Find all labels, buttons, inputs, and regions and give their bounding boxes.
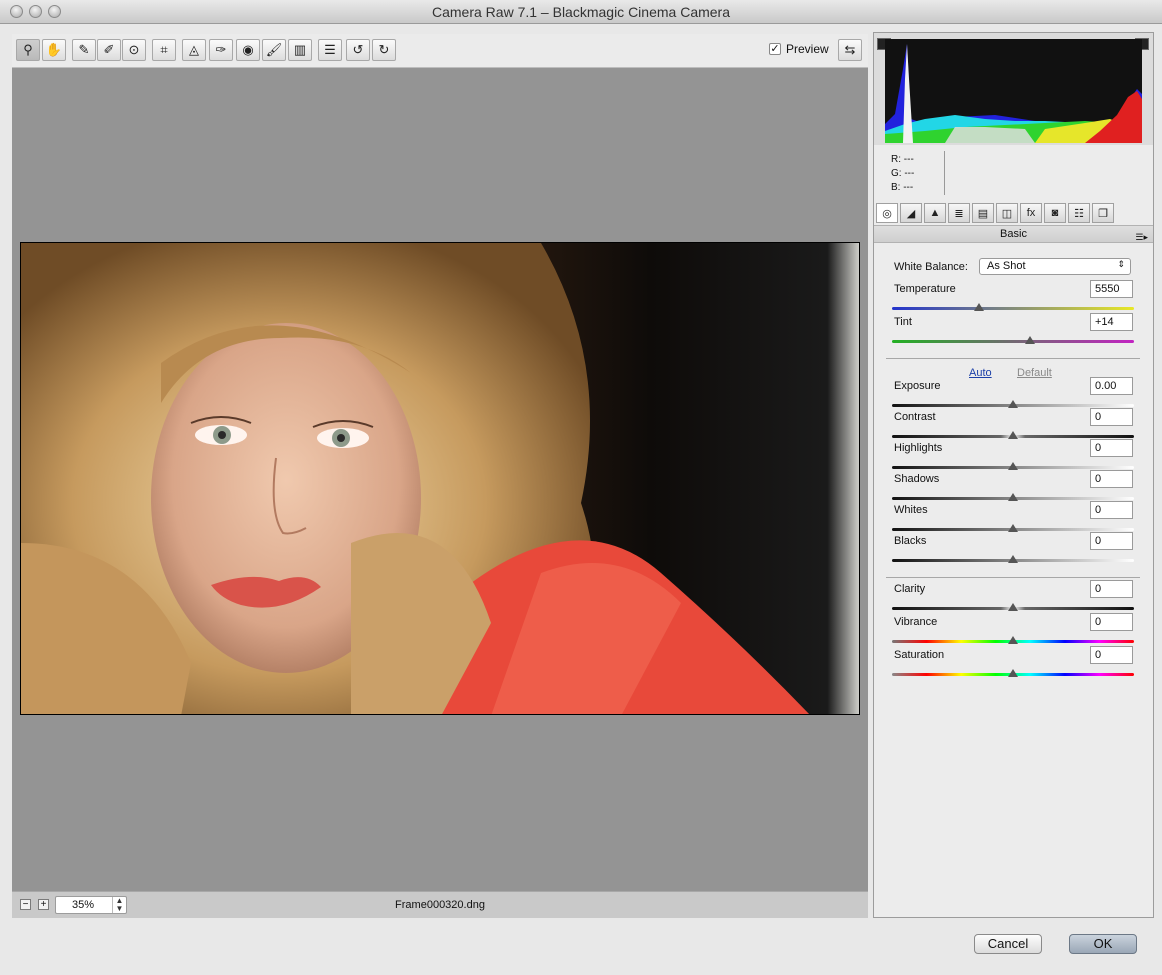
shadows-value-input[interactable]: 0	[1090, 470, 1133, 488]
adjustment-panel: R: --- G: --- B: --- ◎ ◢ ▲ ≣ ▤ ◫ fx ◙ ☷ ❐ Basic ☰…	[873, 32, 1154, 918]
title-bar: Camera Raw 7.1 – Blackmagic Cinema Camer…	[0, 0, 1162, 24]
zoom-tool-icon[interactable]: ⚲	[16, 39, 40, 61]
rotate-right-icon[interactable]: ↻	[372, 39, 396, 61]
b-readout: B: ---	[891, 182, 914, 193]
g-readout: G: ---	[891, 168, 915, 179]
rotate-left-icon[interactable]: ↺	[346, 39, 370, 61]
exposure-slider-thumb[interactable]	[1008, 400, 1018, 408]
shadows-label: Shadows	[894, 473, 940, 485]
rgb-readout: R: --- G: --- B: ---	[891, 153, 914, 195]
hand-tool-icon[interactable]: ✋	[42, 39, 66, 61]
image-canvas[interactable]	[12, 68, 868, 891]
chevron-up-down-icon: ⇕	[1117, 259, 1125, 269]
histogram	[874, 33, 1153, 145]
saturation-slider-thumb[interactable]	[1008, 669, 1018, 677]
section-menu-icon[interactable]: ☰▸	[1135, 229, 1148, 245]
contrast-slider-thumb[interactable]	[1008, 431, 1018, 439]
readout-divider	[944, 151, 945, 195]
clarity-slider-thumb[interactable]	[1008, 603, 1018, 611]
preview-toggle[interactable]: ✓ Preview	[769, 42, 829, 56]
basic-tab-icon[interactable]: ◎	[876, 203, 898, 223]
auto-link[interactable]: Auto	[969, 367, 992, 379]
crop-tool-icon[interactable]: ⌗	[152, 39, 176, 61]
panel-tabs: ◎ ◢ ▲ ≣ ▤ ◫ fx ◙ ☷ ❐	[874, 201, 1153, 225]
vibrance-slider-thumb[interactable]	[1008, 636, 1018, 644]
r-readout: R: ---	[891, 154, 914, 165]
blacks-slider-thumb[interactable]	[1008, 555, 1018, 563]
tint-slider[interactable]	[892, 340, 1134, 343]
white-balance-value: As Shot	[987, 260, 1026, 272]
contrast-value-input[interactable]: 0	[1090, 408, 1133, 426]
straighten-tool-icon[interactable]: ◬	[182, 39, 206, 61]
tint-value-input[interactable]: +14	[1090, 313, 1133, 331]
temperature-label: Temperature	[894, 283, 956, 295]
saturation-value-input[interactable]: 0	[1090, 646, 1133, 664]
color-sampler-tool-icon[interactable]: ✐	[97, 39, 121, 61]
lens-corrections-tab-icon[interactable]: ◫	[996, 203, 1018, 223]
preview-label: Preview	[786, 42, 829, 56]
graduated-filter-tool-icon[interactable]: ▥	[288, 39, 312, 61]
exposure-label: Exposure	[894, 380, 941, 392]
section-divider	[886, 358, 1140, 359]
fullscreen-toggle-icon[interactable]: ⇆	[838, 39, 862, 61]
white-balance-label: White Balance:	[894, 261, 968, 273]
spot-removal-tool-icon[interactable]: ✑	[209, 39, 233, 61]
white-balance-tool-icon[interactable]: ✎	[72, 39, 96, 61]
cancel-button[interactable]: Cancel	[974, 934, 1042, 954]
hsl-tab-icon[interactable]: ≣	[948, 203, 970, 223]
highlights-slider-thumb[interactable]	[1008, 462, 1018, 470]
temperature-slider[interactable]	[892, 307, 1134, 310]
highlights-value-input[interactable]: 0	[1090, 439, 1133, 457]
clarity-value-input[interactable]: 0	[1090, 580, 1133, 598]
tool-bar: ⚲ ✋ ✎ ✐ ⊙ ⌗ ◬ ✑ ◉ 🖌 ▥ ☰ ↺ ↻ ✓ Preview ⇆	[12, 34, 868, 68]
shadows-slider-thumb[interactable]	[1008, 493, 1018, 501]
camera-calibration-tab-icon[interactable]: ◙	[1044, 203, 1066, 223]
snapshots-tab-icon[interactable]: ❐	[1092, 203, 1114, 223]
blacks-value-input[interactable]: 0	[1090, 532, 1133, 550]
whites-label: Whites	[894, 504, 928, 516]
temperature-slider-thumb[interactable]	[974, 303, 985, 311]
whites-slider-thumb[interactable]	[1008, 524, 1018, 532]
filename-label: Frame000320.dng	[395, 899, 485, 911]
vibrance-label: Vibrance	[894, 616, 938, 628]
section-divider	[886, 577, 1140, 578]
split-toning-tab-icon[interactable]: ▤	[972, 203, 994, 223]
whites-value-input[interactable]: 0	[1090, 501, 1133, 519]
status-bar: − + 35% ▲ ▼ Frame000320.dng	[12, 891, 868, 918]
temperature-value-input[interactable]: 5550	[1090, 280, 1133, 298]
section-header: Basic ☰▸	[874, 225, 1153, 243]
highlights-label: Highlights	[894, 442, 943, 454]
presets-tab-icon[interactable]: ☷	[1068, 203, 1090, 223]
portrait-photo	[21, 243, 859, 714]
tint-label: Tint	[894, 316, 912, 328]
histogram-graph	[885, 39, 1142, 143]
saturation-label: Saturation	[894, 649, 945, 661]
white-balance-select[interactable]: As Shot ⇕	[979, 258, 1131, 275]
red-eye-removal-tool-icon[interactable]: ◉	[236, 39, 260, 61]
clarity-label: Clarity	[894, 583, 926, 595]
targeted-adjustment-tool-icon[interactable]: ⊙	[122, 39, 146, 61]
exposure-value-input[interactable]: 0.00	[1090, 377, 1133, 395]
contrast-label: Contrast	[894, 411, 936, 423]
preferences-icon[interactable]: ☰	[318, 39, 342, 61]
ok-button[interactable]: OK	[1069, 934, 1137, 954]
default-link[interactable]: Default	[1017, 367, 1052, 379]
photo-preview[interactable]	[20, 242, 860, 715]
tint-slider-thumb[interactable]	[1024, 336, 1035, 344]
blacks-label: Blacks	[894, 535, 927, 547]
section-title: Basic	[1000, 228, 1027, 240]
window-title: Camera Raw 7.1 – Blackmagic Cinema Camer…	[432, 4, 730, 20]
tone-curve-tab-icon[interactable]: ◢	[900, 203, 922, 223]
preview-checkbox[interactable]: ✓	[769, 43, 781, 55]
detail-tab-icon[interactable]: ▲	[924, 203, 946, 223]
adjustment-brush-tool-icon[interactable]: 🖌	[262, 39, 286, 61]
effects-tab-icon[interactable]: fx	[1020, 203, 1042, 223]
vibrance-value-input[interactable]: 0	[1090, 613, 1133, 631]
